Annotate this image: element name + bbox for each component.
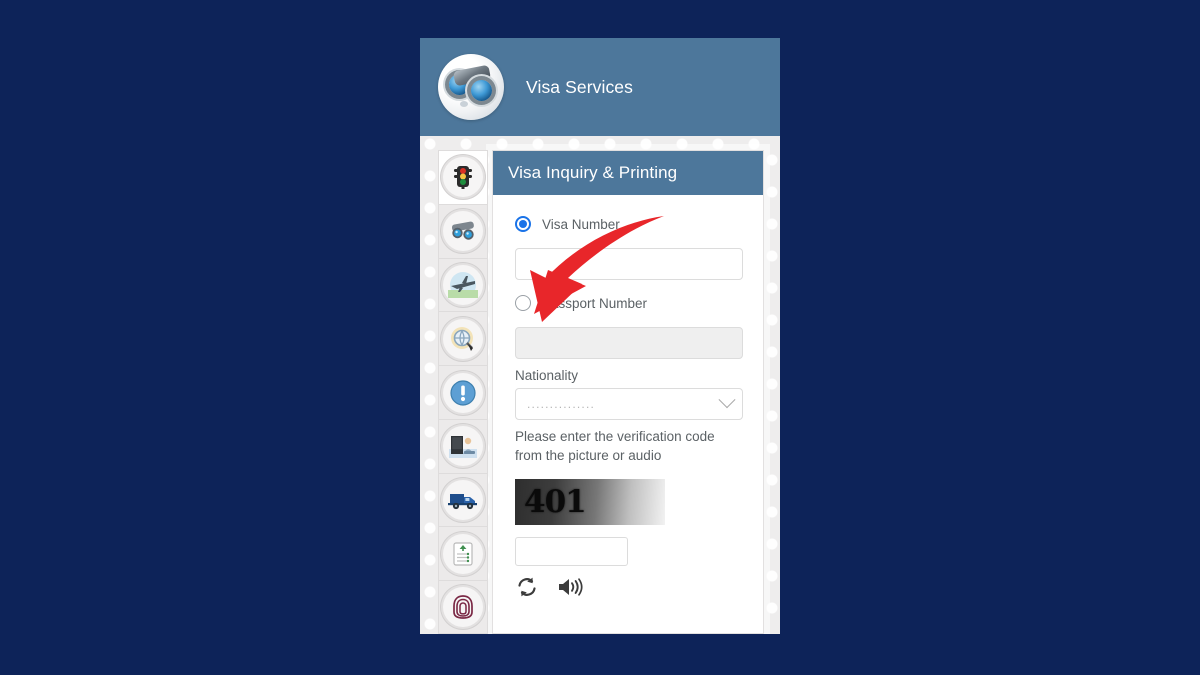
nationality-select[interactable]: ............... (515, 388, 743, 420)
captcha-helper-text: Please enter the verification code from … (515, 429, 715, 464)
refresh-icon[interactable] (515, 575, 539, 599)
passport-number-input (515, 327, 743, 359)
radio-passport-number[interactable] (515, 295, 531, 311)
nationality-selected-value: ............... (527, 397, 596, 411)
captcha-code-text: 401 (524, 484, 587, 521)
sidebar-item-airplane[interactable] (438, 257, 488, 312)
sidebar-item-exclamation[interactable] (438, 365, 488, 419)
airplane-icon (443, 264, 483, 305)
screenshot-stage: Visa Services Visa Inquiry & Printing Vi… (0, 0, 1200, 675)
captcha-input[interactable] (515, 537, 628, 567)
captcha-actions (515, 575, 743, 599)
sidebar-item-magnifier-globe[interactable] (438, 311, 488, 366)
app-body: Visa Inquiry & Printing Visa Number Pass… (420, 136, 780, 634)
radio-visa-number[interactable] (515, 216, 531, 232)
fingerprint-icon (443, 587, 483, 628)
binoculars-globe-logo-icon (438, 54, 504, 120)
logo-bar-shape (452, 64, 492, 87)
captcha-image: 401 (515, 479, 665, 526)
traffic-light-icon (443, 157, 483, 198)
app-title: Visa Services (526, 76, 633, 97)
sidebar-item-traffic-light[interactable] (438, 150, 488, 204)
radio-option-visa-number[interactable]: Visa Number (515, 213, 743, 235)
sidebar-item-delivery-truck[interactable] (438, 472, 488, 527)
delivery-truck-icon (443, 480, 483, 521)
panel-title: Visa Inquiry & Printing (493, 151, 763, 195)
radio-option-passport-number[interactable]: Passport Number (515, 292, 743, 314)
sidebar-item-person-at-desk[interactable] (438, 418, 488, 473)
speaker-icon[interactable] (557, 575, 583, 599)
radio-passport-number-label: Passport Number (542, 295, 648, 311)
app-header: Visa Services (420, 38, 780, 136)
sidebar-item-document-list[interactable] (438, 526, 488, 581)
sidebar-item-fingerprint[interactable] (438, 580, 488, 634)
visa-inquiry-panel: Visa Inquiry & Printing Visa Number Pass… (492, 150, 764, 634)
binoculars-globe-icon (443, 211, 483, 252)
logo-speck-shape (460, 101, 468, 107)
visa-services-window: Visa Services Visa Inquiry & Printing Vi… (420, 38, 780, 634)
sidebar-nav (438, 150, 488, 634)
nationality-label: Nationality (515, 368, 579, 383)
chevron-down-icon (718, 391, 736, 409)
visa-inquiry-form: Visa Number Passport Number Nationality (493, 195, 763, 599)
visa-number-input[interactable] (515, 248, 743, 280)
exclamation-mark-icon (443, 372, 483, 413)
document-list-icon (443, 533, 483, 574)
sidebar-item-binoculars-globe[interactable] (438, 203, 488, 258)
radio-visa-number-label: Visa Number (542, 216, 620, 232)
magnifier-globe-icon (443, 318, 483, 359)
person-at-desk-icon (443, 426, 483, 467)
